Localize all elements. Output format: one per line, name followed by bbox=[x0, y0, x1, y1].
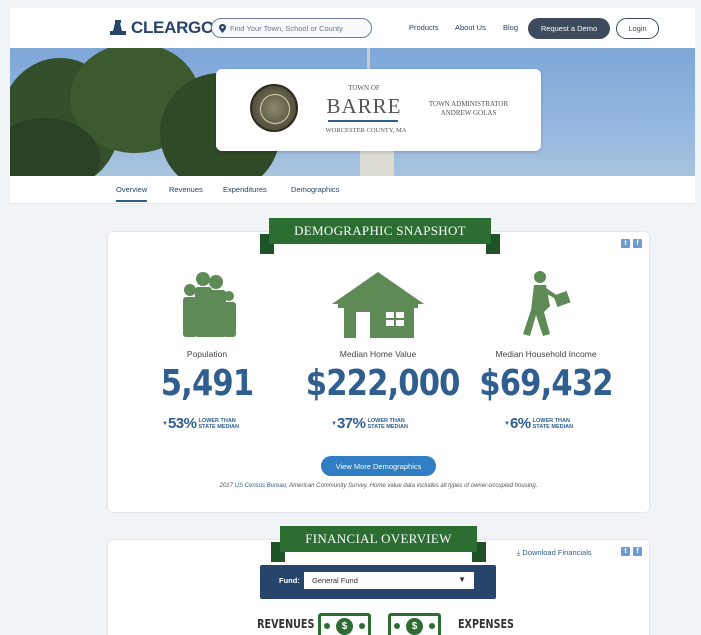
financial-overview-card: FINANCIAL OVERVIEW ⤓ Download Financials… bbox=[108, 526, 649, 635]
twitter-icon[interactable]: t bbox=[621, 547, 630, 556]
stat-home-value: Median Home Value $222,000 bbox=[293, 270, 463, 404]
admin-title: TOWN ADMINISTRATOR bbox=[428, 100, 509, 108]
town-info-card: TOWN OF BARRE WORCESTER COUNTY, MA TOWN … bbox=[216, 69, 541, 151]
briefcase-walker-icon bbox=[523, 271, 571, 336]
section-title-ribbon: DEMOGRAPHIC SNAPSHOT bbox=[269, 218, 491, 244]
search-box[interactable] bbox=[211, 18, 372, 38]
fund-label: Fund: bbox=[279, 576, 300, 585]
stat-label: Population bbox=[186, 349, 228, 359]
dollar-bill-icon: $ bbox=[388, 613, 441, 635]
section-title-ribbon: FINANCIAL OVERVIEW bbox=[280, 526, 477, 552]
comparison-home-value: ▼ 37% LOWER THAN STATE MEDIAN bbox=[331, 415, 408, 432]
stat-population: Population 5,491 bbox=[122, 270, 292, 404]
request-demo-button[interactable]: Request a Demo bbox=[528, 18, 610, 39]
twitter-icon[interactable]: t bbox=[621, 239, 630, 248]
facebook-icon[interactable]: f bbox=[633, 547, 642, 556]
fund-selector-panel: Fund: General Fund ▼ bbox=[260, 565, 496, 599]
comparison-percent: 6% bbox=[509, 415, 531, 432]
tab-expenditures[interactable]: Expenditures bbox=[223, 185, 267, 194]
comparison-percent: 37% bbox=[336, 415, 366, 432]
stat-value: $222,000 bbox=[305, 363, 461, 404]
comparison-population: ▼ 53% LOWER THAN STATE MEDIAN bbox=[162, 415, 239, 432]
town-county: WORCESTER COUNTY, MA bbox=[325, 127, 407, 134]
stat-value: $69,432 bbox=[479, 363, 613, 404]
login-button[interactable]: Login bbox=[616, 18, 659, 39]
town-name-divider bbox=[328, 120, 398, 122]
comparison-text: LOWER THAN STATE MEDIAN bbox=[367, 417, 408, 430]
data-source-note: 2017 US Census Bureau, American Communit… bbox=[219, 483, 538, 489]
admin-name: ANDREW GOLAS bbox=[440, 109, 497, 117]
tab-revenues[interactable]: Revenues bbox=[169, 185, 203, 194]
cleargov-logo[interactable]: CLEARGOV bbox=[108, 18, 225, 38]
town-name: BARRE bbox=[326, 94, 402, 118]
nav-blog[interactable]: Blog bbox=[503, 23, 518, 32]
demographic-snapshot-card: DEMOGRAPHIC SNAPSHOT t f Population 5,49… bbox=[108, 218, 649, 512]
search-input[interactable] bbox=[230, 23, 360, 33]
stat-household-income: Median Household Income $69,432 bbox=[461, 270, 631, 404]
stat-value: 5,491 bbox=[160, 363, 254, 404]
expenses-heading: EXPENSES bbox=[457, 617, 514, 631]
comparison-household-income: ▼ 6% LOWER THAN STATE MEDIAN bbox=[504, 415, 573, 432]
nav-products[interactable]: Products bbox=[409, 23, 439, 32]
section-tabs: Overview Revenues Expenditures Demograph… bbox=[10, 176, 695, 204]
stat-label: Median Home Value bbox=[339, 349, 417, 359]
dollar-bill-icon: $ bbox=[318, 613, 371, 635]
tab-overview[interactable]: Overview bbox=[116, 185, 148, 202]
family-icon bbox=[183, 272, 236, 337]
tab-demographics[interactable]: Demographics bbox=[291, 185, 339, 194]
census-bureau-link[interactable]: US Census Bureau bbox=[235, 483, 286, 489]
town-prefix: TOWN OF bbox=[348, 84, 380, 92]
house-icon bbox=[332, 272, 424, 338]
hero-banner: TOWN OF BARRE WORCESTER COUNTY, MA TOWN … bbox=[10, 48, 695, 176]
cleargov-logo-icon bbox=[110, 20, 126, 35]
comparison-text: LOWER THAN STATE MEDIAN bbox=[198, 417, 239, 430]
view-more-demographics-button[interactable]: View More Demographics bbox=[321, 456, 436, 476]
stat-label: Median Household Income bbox=[495, 349, 597, 359]
town-administrator: TOWN ADMINISTRATOR ANDREW GOLAS bbox=[416, 100, 521, 118]
dropdown-arrow-icon: ▼ bbox=[458, 575, 466, 584]
nav-about-us[interactable]: About Us bbox=[455, 23, 486, 32]
comparison-percent: 53% bbox=[167, 415, 197, 432]
download-financials-link[interactable]: ⤓ Download Financials bbox=[517, 548, 592, 558]
revenues-heading: REVENUES bbox=[257, 617, 315, 631]
town-seal bbox=[250, 84, 298, 132]
facebook-icon[interactable]: f bbox=[633, 239, 642, 248]
comparison-text: LOWER THAN STATE MEDIAN bbox=[532, 417, 574, 430]
fund-selected-value: General Fund bbox=[312, 576, 358, 585]
location-pin-icon bbox=[219, 23, 226, 33]
download-icon: ⤓ bbox=[517, 548, 521, 557]
top-navbar: CLEARGOV Products About Us Blog Request … bbox=[10, 8, 695, 48]
fund-select[interactable]: General Fund ▼ bbox=[304, 572, 474, 589]
